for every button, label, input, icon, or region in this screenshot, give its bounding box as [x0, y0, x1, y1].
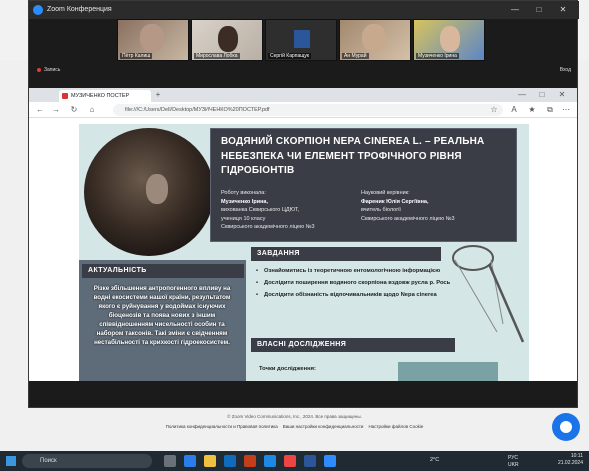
author-photo: [84, 128, 214, 256]
address-bar[interactable]: file:///C:/Users/Dell/Desktop/МУЗИЧЕНКО%…: [113, 104, 503, 116]
close-button[interactable]: ✕: [551, 1, 575, 19]
time: 10:11: [570, 453, 583, 459]
word-icon: [294, 30, 310, 48]
exit-label[interactable]: Вход: [560, 67, 571, 73]
home-icon[interactable]: ⌂: [87, 104, 97, 116]
poster-title: ВОДЯНИЙ СКОРПІОН NEPA CINEREA L. – РЕАЛЬ…: [221, 136, 485, 176]
research-heading: ВЛАСНІ ДОСЛІДЖЕННЯ: [251, 338, 455, 352]
participant-name: Сергій Карпащук: [268, 53, 312, 59]
cookie-settings-link[interactable]: Настройки файлов Cookie: [368, 424, 423, 429]
star-icon[interactable]: ☆: [489, 104, 499, 116]
forward-icon[interactable]: →: [51, 104, 61, 116]
privacy-settings-link[interactable]: Ваши настройки конфиденциальности: [283, 424, 364, 429]
edge-icon[interactable]: [184, 455, 196, 467]
explorer-icon[interactable]: [204, 455, 216, 467]
author-block: Роботу виконала: Музиченко Ірина, вихова…: [221, 189, 315, 232]
zoom-title-bar: Zoom Конференция: [29, 1, 579, 19]
participant-tile[interactable]: Пётр Калиш: [117, 19, 189, 61]
zoom-taskbar-icon[interactable]: [324, 455, 336, 467]
store-icon[interactable]: [224, 455, 236, 467]
close-icon[interactable]: ✕: [557, 89, 567, 101]
participant-name: Музиченко Ірина: [416, 53, 459, 59]
recording-indicator[interactable]: Запись: [37, 67, 60, 73]
taskbar-search[interactable]: Поиск: [22, 454, 152, 468]
chat-icon: [560, 421, 572, 433]
participant-tile[interactable]: Сергій Карпащук: [265, 19, 337, 61]
author-line: учениця 10 класу: [221, 215, 266, 222]
support-chat-button[interactable]: [552, 413, 580, 441]
participant-tile[interactable]: Музиченко Ірина: [413, 19, 485, 61]
nav-bar: ← → ↻ ⌂ file:///C:/Users/Dell/Desktop/МУ…: [29, 102, 577, 118]
advisor-line: Сквирського академічного ліцею №3: [361, 215, 455, 222]
pdf-icon: [62, 93, 68, 99]
author-name: Музиченко Ірина,: [221, 198, 269, 205]
minimize-button[interactable]: —: [503, 1, 527, 19]
collections-icon[interactable]: ⧉: [545, 104, 555, 116]
lang-label-2: UKR: [508, 461, 519, 468]
participant-tile[interactable]: Мирослава Лобка: [191, 19, 263, 61]
more-icon[interactable]: ⋯: [561, 104, 571, 116]
date: 21.02.2024: [557, 459, 583, 466]
participant-tile[interactable]: Ан Мурай: [339, 19, 411, 61]
weather[interactable]: 2°C: [430, 457, 439, 463]
maximize-button[interactable]: □: [527, 1, 551, 19]
insect-net-illustration: [452, 245, 525, 343]
advisor-name: Фареник Юлія Сергіївна,: [361, 198, 429, 205]
pdf-browser-window: МУЗИЧЕНКО ПОСТЕР + — □ ✕ ← → ↻ ⌂ file://…: [29, 88, 577, 381]
windows-taskbar: Поиск 2°C РУС UKR 10:11 21.02.2024: [0, 451, 589, 471]
participant-name: Мирослава Лобка: [194, 53, 240, 59]
participant-avatar: [440, 26, 460, 52]
task-view-icon[interactable]: [164, 455, 176, 467]
title-block: ВОДЯНИЙ СКОРПІОН NEPA CINEREA L. – РЕАЛЬ…: [210, 128, 517, 242]
clock[interactable]: 10:11 21.02.2024: [558, 453, 583, 467]
participant-name: Ан Мурай: [342, 53, 369, 59]
participant-avatar: [362, 24, 386, 52]
points-label: Точки дослідження:: [259, 366, 316, 372]
reload-icon[interactable]: ↻: [69, 104, 79, 116]
office-icon[interactable]: [244, 455, 256, 467]
privacy-link[interactable]: Политика конфиденциальности и Правовая п…: [166, 424, 278, 429]
map-image: [398, 362, 498, 381]
task-item: Дослідити обізнаність відпочивальників щ…: [256, 291, 466, 299]
read-aloud-icon[interactable]: A: [509, 104, 519, 116]
advisor-block: Науковий керівник: Фареник Юлія Сергіївн…: [361, 189, 455, 223]
zoom-title-text: Zoom Конференция: [47, 6, 112, 13]
minimize-icon[interactable]: —: [517, 89, 527, 101]
start-icon[interactable]: [6, 456, 16, 466]
participant-avatar: [140, 24, 164, 52]
mail-icon[interactable]: [264, 455, 276, 467]
new-tab-icon[interactable]: +: [153, 89, 163, 101]
copyright: © Zoom Video Communications, Inc., 2024.…: [227, 414, 362, 419]
maximize-icon[interactable]: □: [537, 89, 547, 101]
lang-label: РУС: [508, 455, 519, 461]
advisor-label: Науковий керівник:: [361, 190, 410, 196]
chrome-icon[interactable]: [284, 455, 296, 467]
participant-avatar: [218, 26, 238, 52]
tasks-heading: ЗАВДАННЯ: [251, 247, 441, 261]
aktual-text: Різке збільшення антропогенного впливу н…: [93, 285, 231, 346]
zoom-logo-icon: [33, 5, 43, 15]
favorites-icon[interactable]: ★: [527, 104, 537, 116]
face-shape: [146, 174, 168, 204]
task-item: Дослідити поширення водяного скорпіона в…: [256, 279, 466, 287]
poster: ВОДЯНИЙ СКОРПІОН NEPA CINEREA L. – РЕАЛЬ…: [79, 124, 529, 381]
language-indicator[interactable]: РУС UKR: [508, 455, 519, 468]
advisor-line: вчитель біології: [361, 207, 401, 214]
back-icon[interactable]: ←: [35, 104, 45, 116]
author-label: Роботу виконала:: [221, 190, 266, 196]
aktual-heading: АКТУАЛЬНІСТЬ: [82, 264, 244, 278]
word-icon[interactable]: [304, 455, 316, 467]
footer-links: Политика конфиденциальности и Правовая п…: [0, 424, 589, 429]
author-line: Сквирського академічного ліцею №3: [221, 224, 315, 231]
tasks-list: Ознайомитись із теоретичною ентомологічн…: [256, 267, 466, 303]
participant-name: Пётр Калиш: [120, 53, 153, 59]
tab-bar: МУЗИЧЕНКО ПОСТЕР + — □ ✕: [29, 88, 577, 102]
task-item: Ознайомитись із теоретичною ентомологічн…: [256, 267, 466, 275]
tab-title: МУЗИЧЕНКО ПОСТЕР: [71, 93, 130, 99]
author-line: вихованка Сквирського ЦДЮТ,: [221, 207, 300, 214]
tab-poster[interactable]: МУЗИЧЕНКО ПОСТЕР: [59, 90, 151, 102]
